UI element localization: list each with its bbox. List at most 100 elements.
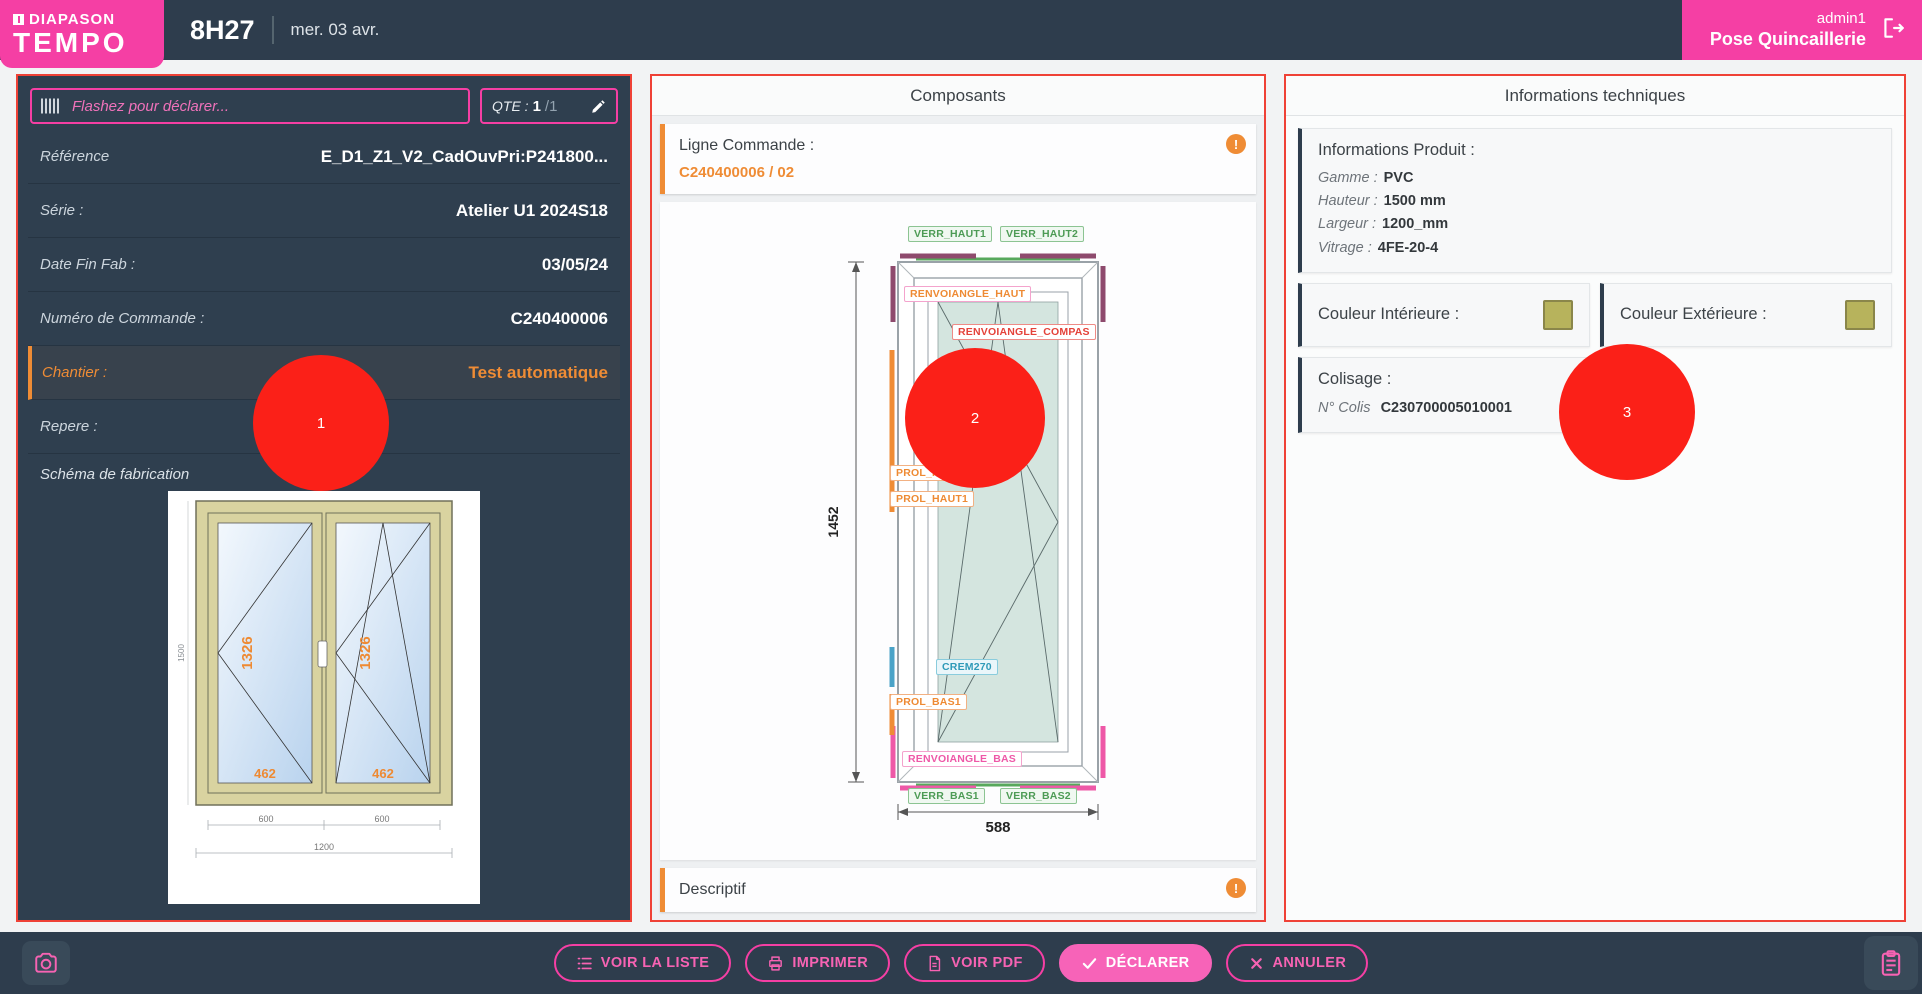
logo-text-bottom: TEMPO <box>13 28 164 57</box>
svg-text:462: 462 <box>254 766 276 781</box>
info-icon[interactable]: ! <box>1226 878 1246 898</box>
component-window-drawing: 1452 588 <box>678 226 1238 836</box>
component-chip-crem270: CREM270 <box>936 659 998 675</box>
clock: 8H27 <box>190 15 255 46</box>
logo-text-top: DIAPASON <box>29 11 115 28</box>
interior-color-block: Couleur Intérieure : <box>1298 283 1590 347</box>
order-line-block: Ligne Commande : C240400006 / 02 ! <box>660 124 1256 194</box>
svg-text:600: 600 <box>258 814 273 824</box>
bottom-action-bar: VOIR LA LISTE IMPRIMER VOIR PDF DÉCLARER <box>0 932 1922 994</box>
component-chip-renvoiangle-haut: RENVOIANGLE_HAUT <box>904 286 1031 302</box>
info-row-vitrage: Vitrage :4FE-20-4 <box>1318 237 1875 260</box>
user-session-button[interactable]: admin1 Pose Quincaillerie <box>1682 0 1922 60</box>
component-chip-verr-bas2: VERR_BAS2 <box>1000 788 1077 804</box>
annotation-circle-3: 3 <box>1559 344 1695 480</box>
declarer-button[interactable]: DÉCLARER <box>1059 944 1212 982</box>
component-chip-verr-haut1: VERR_HAUT1 <box>908 226 992 242</box>
interior-color-label: Couleur Intérieure : <box>1318 305 1459 324</box>
pdf-file-icon <box>926 955 943 972</box>
components-panel-title: Composants <box>652 76 1264 116</box>
product-info-block: Informations Produit : Gamme :PVC Hauteu… <box>1298 128 1892 273</box>
order-line-link[interactable]: C240400006 / 02 <box>679 164 1212 181</box>
exterior-color-swatch <box>1845 300 1875 330</box>
component-chip-renvoiangle-compas: RENVOIANGLE_COMPAS <box>952 324 1096 340</box>
field-label: Chantier : <box>42 364 107 381</box>
product-info-title: Informations Produit : <box>1318 141 1875 160</box>
exterior-color-block: Couleur Extérieure : <box>1600 283 1892 347</box>
user-name: admin1 <box>1710 9 1866 29</box>
order-line-label: Ligne Commande : <box>679 137 1212 155</box>
components-diagram: 1452 588 VERR_HAUT1 VERR_HAUT2 <box>678 226 1238 836</box>
scan-row: QTE : 1 /1 <box>30 88 618 124</box>
svg-text:1200: 1200 <box>314 842 334 852</box>
field-label: Numéro de Commande : <box>40 310 204 327</box>
window-schema-drawing: 1326 1326 462 462 1500 600 600 1200 <box>172 495 476 895</box>
voir-pdf-button[interactable]: VOIR PDF <box>904 944 1045 982</box>
info-row-gamme: Gamme :PVC <box>1318 167 1875 190</box>
info-row-hauteur: Hauteur :1500 mm <box>1318 190 1875 213</box>
technical-info-title: Informations techniques <box>1286 76 1904 116</box>
svg-text:1452: 1452 <box>825 506 841 537</box>
field-row-reference: Référence E_D1_Z1_V2_CadOuvPri:P241800..… <box>28 130 620 184</box>
component-chip-renvoiangle-bas: RENVOIANGLE_BAS <box>902 751 1022 767</box>
components-diagram-block: 1452 588 VERR_HAUT1 VERR_HAUT2 <box>660 202 1256 860</box>
descriptif-block: Descriptif ! <box>660 868 1256 912</box>
field-label: Date Fin Fab : <box>40 256 135 273</box>
voir-la-liste-button[interactable]: VOIR LA LISTE <box>554 944 732 982</box>
field-value: E_D1_Z1_V2_CadOuvPri:P241800... <box>321 147 608 167</box>
field-label: Référence <box>40 148 109 165</box>
list-icon <box>576 955 593 972</box>
svg-text:1326: 1326 <box>357 636 374 669</box>
field-value: Atelier U1 2024S18 <box>456 201 608 221</box>
printer-icon <box>767 955 784 972</box>
edit-quantity-icon[interactable] <box>591 99 606 114</box>
svg-text:588: 588 <box>985 819 1010 836</box>
logout-icon[interactable] <box>1880 15 1906 46</box>
colisage-block: Colisage : N° Colis C230700005010001 <box>1298 357 1590 433</box>
info-row-largeur: Largeur :1200_mm <box>1318 213 1875 236</box>
colisage-title: Colisage : <box>1318 370 1573 389</box>
clipboard-button[interactable] <box>1864 936 1918 990</box>
annuler-button[interactable]: ANNULER <box>1226 944 1369 982</box>
app-logo: DIAPASON TEMPO <box>0 0 164 68</box>
colis-number-value: C230700005010001 <box>1381 400 1512 416</box>
svg-text:600: 600 <box>374 814 389 824</box>
svg-text:1500: 1500 <box>177 644 186 662</box>
annotation-circle-2: 2 <box>905 348 1045 488</box>
svg-text:1326: 1326 <box>239 636 256 669</box>
descriptif-label: Descriptif <box>679 881 1212 899</box>
workstation-name: Pose Quincaillerie <box>1710 28 1866 51</box>
barcode-icon <box>41 99 60 114</box>
info-icon[interactable]: ! <box>1226 134 1246 154</box>
quantity-label: QTE : <box>492 98 529 114</box>
camera-button[interactable] <box>22 941 70 985</box>
component-chip-verr-haut2: VERR_HAUT2 <box>1000 226 1084 242</box>
field-value: 03/05/24 <box>542 255 608 275</box>
current-date: mer. 03 avr. <box>291 20 380 40</box>
fabrication-schema: 1326 1326 462 462 1500 600 600 1200 <box>168 491 480 904</box>
svg-text:462: 462 <box>372 766 394 781</box>
exterior-color-label: Couleur Extérieure : <box>1620 305 1767 324</box>
cross-icon <box>1248 955 1265 972</box>
app-root: DIAPASON TEMPO 8H27 mer. 03 avr. admin1 … <box>0 0 1922 994</box>
quantity-box[interactable]: QTE : 1 /1 <box>480 88 618 124</box>
scan-input[interactable] <box>30 88 470 124</box>
product-panel: QTE : 1 /1 Référence E_D1_Z1_V2_CadOuvPr… <box>16 74 632 922</box>
field-row-date-fin-fab: Date Fin Fab : 03/05/24 <box>28 238 620 292</box>
action-buttons: VOIR LA LISTE IMPRIMER VOIR PDF DÉCLARER <box>554 944 1368 982</box>
annotation-circle-1: 1 <box>253 355 389 491</box>
component-chip-verr-bas1: VERR_BAS1 <box>908 788 985 804</box>
clipboard-icon <box>1877 949 1905 977</box>
top-bar: DIAPASON TEMPO 8H27 mer. 03 avr. admin1 … <box>0 0 1922 60</box>
colis-number-row: N° Colis C230700005010001 <box>1318 397 1573 420</box>
component-chip-prol-haut1: PROL_HAUT1 <box>890 491 974 507</box>
field-row-serie: Série : Atelier U1 2024S18 <box>28 184 620 238</box>
interior-color-swatch <box>1543 300 1573 330</box>
check-icon <box>1081 955 1098 972</box>
main-content: QTE : 1 /1 Référence E_D1_Z1_V2_CadOuvPr… <box>0 60 1922 932</box>
field-row-numero-commande: Numéro de Commande : C240400006 <box>28 292 620 346</box>
field-label: Série : <box>40 202 83 219</box>
imprimer-button[interactable]: IMPRIMER <box>745 944 890 982</box>
camera-icon <box>33 950 59 976</box>
components-panel: Composants Ligne Commande : C240400006 /… <box>650 74 1266 922</box>
